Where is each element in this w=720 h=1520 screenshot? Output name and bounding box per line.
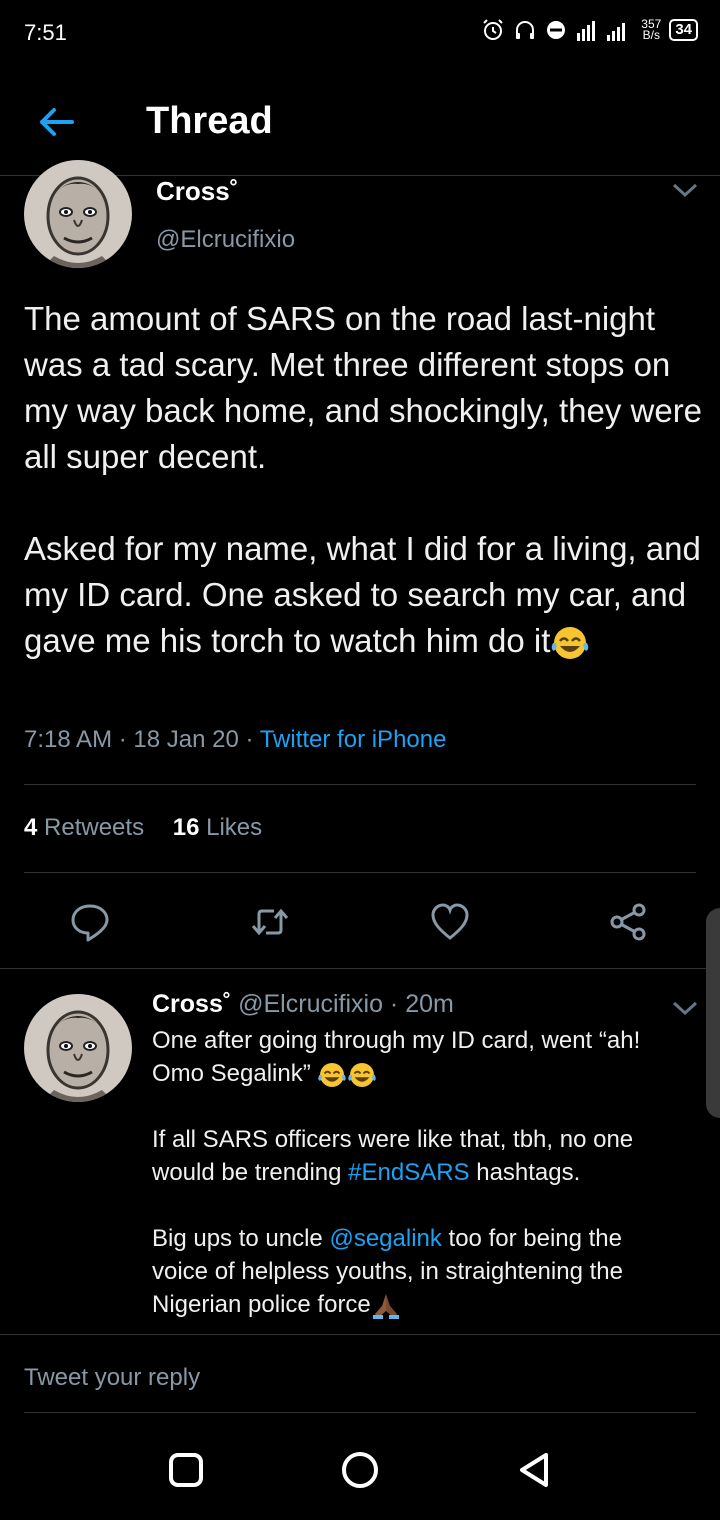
reply-header: Cross˚ @Elcrucifixio · 20m — [152, 990, 454, 1019]
reply-icon[interactable] — [70, 902, 110, 942]
author-handle-time: @Elcrucifixio · 20m — [231, 990, 454, 1018]
thread-header: Thread — [0, 76, 720, 176]
network-speed-unit: B/s — [642, 28, 660, 42]
tweet-text: The amount of SARS on the road last-nigh… — [24, 296, 704, 664]
status-bar: 7:51 357 B/s 34 — [0, 0, 720, 64]
likes-stat[interactable]: 16 Likes — [173, 814, 262, 841]
divider — [24, 872, 696, 873]
author-handle[interactable]: @Elcrucifixio — [156, 226, 295, 254]
tweet-stats: 4 Retweets 16 Likes — [24, 814, 284, 842]
home-button-icon[interactable] — [340, 1450, 380, 1490]
divider — [0, 1334, 720, 1335]
reply-paragraph-text: Big ups to uncle — [152, 1225, 330, 1252]
divider — [0, 968, 720, 969]
do-not-disturb-icon — [547, 21, 566, 39]
hashtag-link[interactable]: #EndSARS — [348, 1159, 469, 1186]
avatar[interactable] — [24, 994, 132, 1102]
reply-text: One after going through my ID card, went… — [152, 1024, 672, 1321]
reply-paragraph: One after going through my ID card, went… — [152, 1024, 672, 1090]
likes-label: Likes — [199, 814, 263, 841]
tweet-paragraph-text: Asked for my name, what I did for a livi… — [24, 530, 701, 659]
divider — [24, 784, 696, 785]
face-with-tears-of-joy-emoji — [552, 627, 589, 660]
likes-count: 16 — [172, 814, 200, 841]
avatar[interactable] — [24, 160, 132, 268]
retweets-label: Retweets — [37, 814, 145, 841]
retweet-icon[interactable] — [250, 902, 290, 942]
chevron-down-icon[interactable] — [672, 1000, 698, 1016]
share-icon[interactable] — [608, 902, 648, 942]
face-with-tears-of-joy-emoji — [318, 1062, 347, 1087]
reply-paragraph-text: One after going through my ID card, went… — [152, 1027, 641, 1087]
tweet-paragraph: The amount of SARS on the road last-nigh… — [24, 300, 703, 475]
status-icons: 357 B/s 34 — [481, 18, 698, 42]
reply-paragraph: If all SARS officers were like that, tbh… — [152, 1123, 672, 1189]
tweet-paragraph-with-emoji: Asked for my name, what I did for a livi… — [24, 526, 704, 664]
tweet-timestamp: 7:18 AM · 18 Jan 20 · — [24, 726, 260, 753]
alarm-icon — [483, 19, 503, 40]
signal-icon — [577, 21, 626, 41]
back-button-icon[interactable] — [514, 1450, 554, 1490]
heart-icon[interactable] — [430, 902, 470, 942]
retweets-count: 4 — [24, 814, 38, 841]
tweet-source-link[interactable]: Twitter for iPhone — [260, 726, 447, 753]
author-name[interactable]: Cross˚ — [156, 176, 238, 207]
page-title: Thread — [146, 100, 273, 142]
reply-paragraph: Big ups to uncle @segalink too for being… — [152, 1222, 672, 1321]
tweet-actions — [0, 892, 720, 952]
folded-hands-emoji — [372, 1293, 399, 1319]
status-time: 7:51 — [24, 20, 67, 45]
network-speed: 357 B/s — [641, 18, 661, 42]
reply-paragraph-text: hashtags. — [469, 1159, 581, 1186]
tweet-meta: 7:18 AM · 18 Jan 20 · Twitter for iPhone — [24, 726, 446, 754]
scroll-handle[interactable] — [706, 908, 720, 1118]
face-with-tears-of-joy-emoji — [348, 1062, 377, 1087]
system-nav-bar — [0, 1420, 720, 1520]
author-name[interactable]: Cross˚ — [152, 990, 231, 1018]
headset-icon — [516, 21, 535, 39]
battery-indicator: 34 — [669, 19, 698, 41]
mention-link[interactable]: @segalink — [329, 1225, 441, 1252]
retweets-stat[interactable]: 4 Retweets — [24, 814, 144, 841]
back-arrow-icon[interactable] — [36, 102, 76, 142]
divider — [24, 1412, 696, 1413]
chevron-down-icon[interactable] — [672, 182, 698, 198]
reply-input[interactable]: Tweet your reply — [24, 1364, 200, 1392]
recents-button-icon[interactable] — [166, 1450, 206, 1490]
